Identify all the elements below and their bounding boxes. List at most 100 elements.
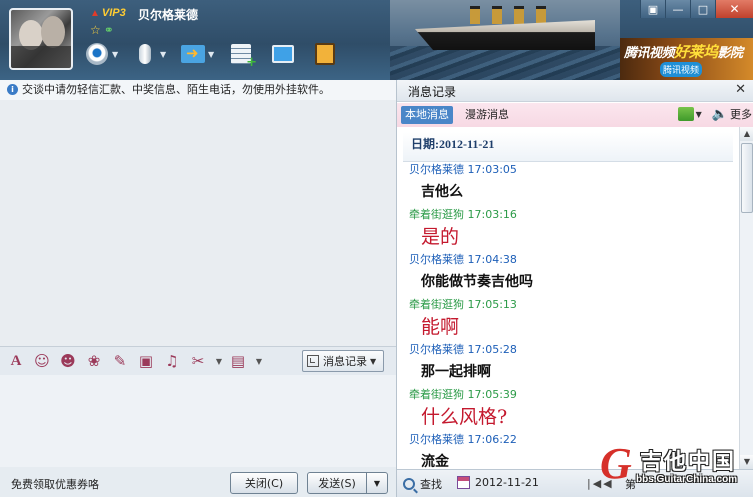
vip-badge[interactable]: VIP3: [90, 7, 126, 21]
contact-name[interactable]: 贝尔格莱德: [138, 6, 198, 23]
send-options-button[interactable]: ▼: [366, 472, 388, 494]
message-meta: 牵着街逛狗 17:05:39: [409, 387, 739, 403]
image-icon[interactable]: ▣: [136, 351, 156, 371]
history-tools: ▼ 🔈 更多: [677, 106, 752, 122]
maximize-button[interactable]: □: [690, 0, 715, 18]
message-input[interactable]: [0, 375, 396, 467]
message-time: 17:04:38: [467, 253, 517, 266]
theme-icon[interactable]: ❀: [84, 351, 104, 371]
message-item[interactable]: 牵着街逛狗 17:05:13 能啊: [397, 297, 739, 342]
history-tabs: 本地消息 漫游消息 ▼ 🔈 更多: [397, 103, 753, 127]
message-sender[interactable]: 贝尔格莱德: [409, 433, 464, 446]
message-item[interactable]: 贝尔格莱德 17:05:28 那一起排啊: [397, 342, 739, 387]
message-text: 能啊: [421, 316, 460, 338]
message-sender[interactable]: 牵着街逛狗: [409, 208, 464, 221]
history-scrollbar[interactable]: ▲ ▼: [739, 127, 753, 469]
site-watermark: G 吉他中国 bbs.GuitarChina.com: [600, 440, 750, 495]
message-meta: 贝尔格莱德 17:05:28: [409, 342, 739, 358]
chevron-down-icon[interactable]: ▼: [696, 110, 702, 119]
date-picker[interactable]: 2012-11-21: [457, 476, 539, 489]
minimize-button[interactable]: —: [665, 0, 690, 18]
shortcut-dropdown[interactable]: ▼: [254, 351, 264, 371]
watermark-site-name: 吉他中国: [640, 450, 737, 475]
message-text: 什么风格?: [421, 406, 508, 428]
message-sender[interactable]: 牵着街逛狗: [409, 388, 464, 401]
history-title: 消息记录: [408, 85, 457, 99]
message-text: 是的: [421, 226, 460, 248]
video-call-button[interactable]: [84, 40, 110, 68]
message-meta: 牵着街逛狗 17:05:13: [409, 297, 739, 313]
voice-call-button[interactable]: [132, 40, 158, 68]
message-time: 17:05:28: [467, 343, 517, 356]
find-button[interactable]: 查找: [403, 476, 442, 492]
message-item[interactable]: 贝尔格莱德 17:03:05 吉他么: [397, 162, 739, 207]
message-sender[interactable]: 牵着街逛狗: [409, 298, 464, 311]
message-display-area[interactable]: [0, 100, 396, 346]
message-item[interactable]: 贝尔格莱德 17:04:38 你能做节奏吉他吗: [397, 252, 739, 297]
message-sender[interactable]: 贝尔格莱德: [409, 343, 464, 356]
shortcut-icon[interactable]: ▤: [228, 351, 248, 371]
font-icon[interactable]: A: [6, 351, 26, 371]
message-record-button[interactable]: 消息记录 ▼: [302, 350, 384, 372]
send-file-dropdown[interactable]: ▼: [208, 40, 218, 68]
clock-icon: [307, 355, 319, 367]
scissors-icon[interactable]: ✂: [188, 351, 208, 371]
list-add-icon: [231, 44, 257, 70]
history-manager-icon[interactable]: [677, 107, 694, 121]
qzone-icon[interactable]: ⚭: [104, 23, 114, 37]
calendar-icon: [457, 476, 470, 489]
chat-toolbar: ▼ ▼ ▼: [84, 40, 340, 74]
message-meta: 贝尔格莱德 17:04:38: [409, 252, 739, 268]
send-file-button[interactable]: [180, 40, 206, 68]
info-icon: i: [7, 84, 18, 95]
chevron-down-icon: ▼: [370, 356, 377, 366]
tab-local-messages[interactable]: 本地消息: [401, 106, 453, 124]
emoji-icon[interactable]: ☺: [32, 351, 52, 371]
message-item[interactable]: 牵着街逛狗 17:05:39 什么风格?: [397, 387, 739, 432]
edit-icon[interactable]: ✎: [110, 351, 130, 371]
message-item[interactable]: 牵着街逛狗 17:03:16 是的: [397, 207, 739, 252]
contact-avatar[interactable]: [9, 8, 73, 70]
message-sender[interactable]: 贝尔格莱德: [409, 253, 464, 266]
chat-panel: i 交谈中请勿轻信汇款、中奖信息、陌生电话，勿使用外挂软件。 A ☺ ☻ ❀ ✎…: [0, 80, 396, 497]
security-notice-text: 交谈中请勿轻信汇款、中奖信息、陌生电话，勿使用外挂软件。: [22, 83, 330, 96]
remote-assist-button[interactable]: [270, 40, 296, 68]
history-message-list[interactable]: 日期:2012-11-21 贝尔格莱德 17:03:05 吉他么 牵着街逛狗 17:…: [397, 127, 739, 469]
video-call-dropdown[interactable]: ▼: [112, 40, 122, 68]
ad-banner[interactable]: 腾讯视频好莱坞影院 腾讯视频: [620, 38, 753, 80]
close-button[interactable]: 关闭(C): [230, 472, 298, 494]
music-icon[interactable]: ♫: [162, 351, 182, 371]
create-discussion-button[interactable]: [228, 40, 257, 70]
close-window-button[interactable]: ✕: [715, 0, 753, 18]
send-button[interactable]: 发送(S): [307, 472, 367, 494]
message-meta: 牵着街逛狗 17:03:16: [409, 207, 739, 223]
magic-face-icon[interactable]: ☻: [58, 351, 78, 371]
message-time: 17:05:39: [467, 388, 517, 401]
speaker-icon[interactable]: 🔈: [712, 107, 728, 122]
skin-waves: [390, 46, 620, 80]
app-button[interactable]: [312, 40, 338, 68]
watermark-url: bbs.GuitarChina.com: [636, 474, 738, 485]
star-icon[interactable]: ☆: [90, 23, 101, 37]
message-record-label: 消息记录: [323, 355, 367, 368]
more-button[interactable]: 更多: [730, 106, 752, 122]
message-time: 17:06:22: [467, 433, 517, 446]
menu-button[interactable]: ▣: [640, 0, 665, 18]
tab-roaming-messages[interactable]: 漫游消息: [461, 106, 513, 124]
screenshot-dropdown[interactable]: ▼: [214, 351, 224, 371]
date-picker-value: 2012-11-21: [475, 476, 539, 489]
bottom-bar: 免费领取优惠券咯 关闭(C) 发送(S) ▼: [0, 467, 396, 497]
close-history-icon[interactable]: ✕: [735, 82, 746, 97]
webcam-icon: [86, 43, 108, 65]
status-icons: ☆ ⚭: [90, 23, 114, 37]
input-toolbar: A ☺ ☻ ❀ ✎ ▣ ♫ ✂ ▼ ▤ ▼ 消息记录 ▼: [0, 347, 396, 375]
scroll-up-button[interactable]: ▲: [740, 127, 753, 141]
message-sender[interactable]: 贝尔格莱德: [409, 163, 464, 176]
title-bar: VIP3 贝尔格莱德 ☆⚭ ▼ ▼ ▼ ▣ — □ ✕ 腾讯视频好莱坞影院 腾讯…: [0, 0, 753, 80]
voice-call-dropdown[interactable]: ▼: [160, 40, 170, 68]
folder-arrow-icon: [181, 44, 205, 63]
message-time: 17:03:05: [467, 163, 517, 176]
scroll-thumb[interactable]: [741, 143, 753, 213]
coupon-link[interactable]: 免费领取优惠券咯: [11, 476, 99, 492]
